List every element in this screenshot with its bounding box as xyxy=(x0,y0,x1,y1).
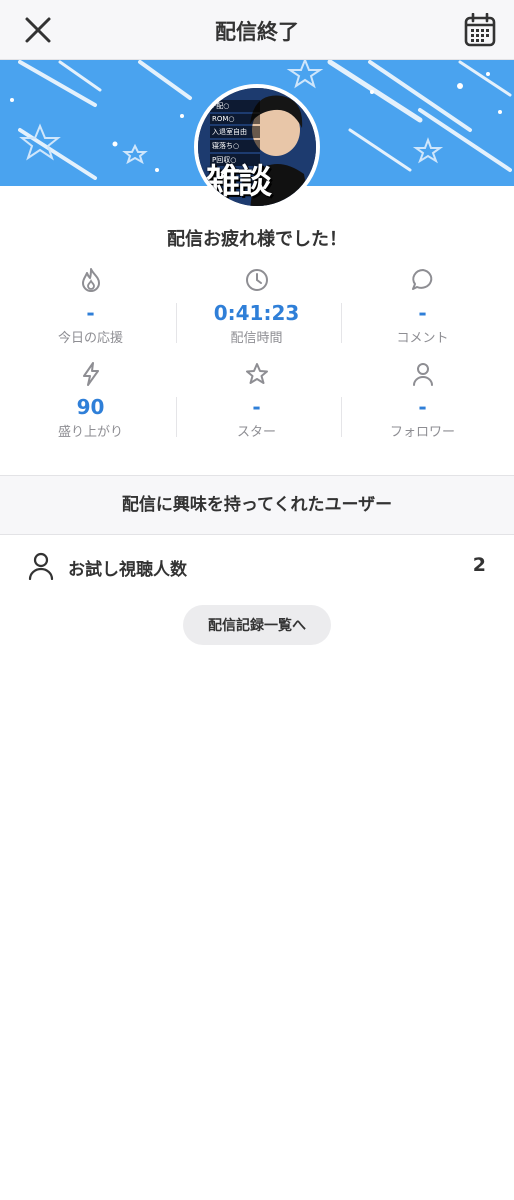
stat-value: - xyxy=(252,395,261,419)
stat-label: フォロワー xyxy=(389,425,455,440)
stat-followers: - フォロワー xyxy=(337,361,508,440)
stat-value: 0:41:23 xyxy=(213,301,300,325)
speech-bubble-icon xyxy=(411,269,432,290)
calendar-icon[interactable] xyxy=(464,13,496,47)
clock-icon xyxy=(245,269,268,291)
person-icon xyxy=(28,552,54,580)
avatar-tag: ROM○ xyxy=(210,114,260,124)
stat-label: 配信時間 xyxy=(230,331,283,346)
star-icon xyxy=(245,363,268,384)
stat-value: 90 xyxy=(76,395,105,419)
stat-value: - xyxy=(418,301,427,325)
stat-duration: 0:41:23 配信時間 xyxy=(171,267,342,346)
avatar: P配○ ROM○ 入退室自由 寝落ち○ P回収○ 雑談 xyxy=(194,84,320,210)
avatar-tag: 入退室自由 xyxy=(210,126,260,138)
stat-stars: - スター xyxy=(171,361,342,440)
trial-viewers-row: お試し視聴人数 2 xyxy=(0,536,514,596)
lightning-icon xyxy=(82,362,99,386)
page-title: 配信終了 xyxy=(215,20,299,44)
stat-label: コメント xyxy=(396,331,449,346)
avatar-tag: 寝落ち○ xyxy=(210,140,260,152)
stream-history-button[interactable]: 配信記録一覧へ xyxy=(183,605,331,645)
stat-value: - xyxy=(86,301,95,325)
trial-viewers-count: 2 xyxy=(472,554,486,576)
stat-comments: - コメント xyxy=(337,267,508,346)
flame-icon xyxy=(81,268,100,292)
thanks-message: 配信お疲れ様でした！ xyxy=(167,229,347,250)
interested-users-heading: 配信に興味を持ってくれたユーザー xyxy=(0,475,514,535)
stat-label: 盛り上がり xyxy=(57,425,123,440)
avatar-tag: P配○ xyxy=(210,100,260,112)
header-bar: 配信終了 xyxy=(0,0,514,60)
trial-viewers-label: お試し視聴人数 xyxy=(68,560,187,580)
stat-value: - xyxy=(418,395,427,419)
avatar-title-text: 雑談 xyxy=(206,162,272,202)
stat-label: 今日の応援 xyxy=(57,331,123,346)
stat-label: スター xyxy=(236,425,276,440)
stat-excitement: 90 盛り上がり xyxy=(5,361,176,440)
stat-support: - 今日の応援 xyxy=(5,267,176,346)
person-icon xyxy=(412,363,433,386)
